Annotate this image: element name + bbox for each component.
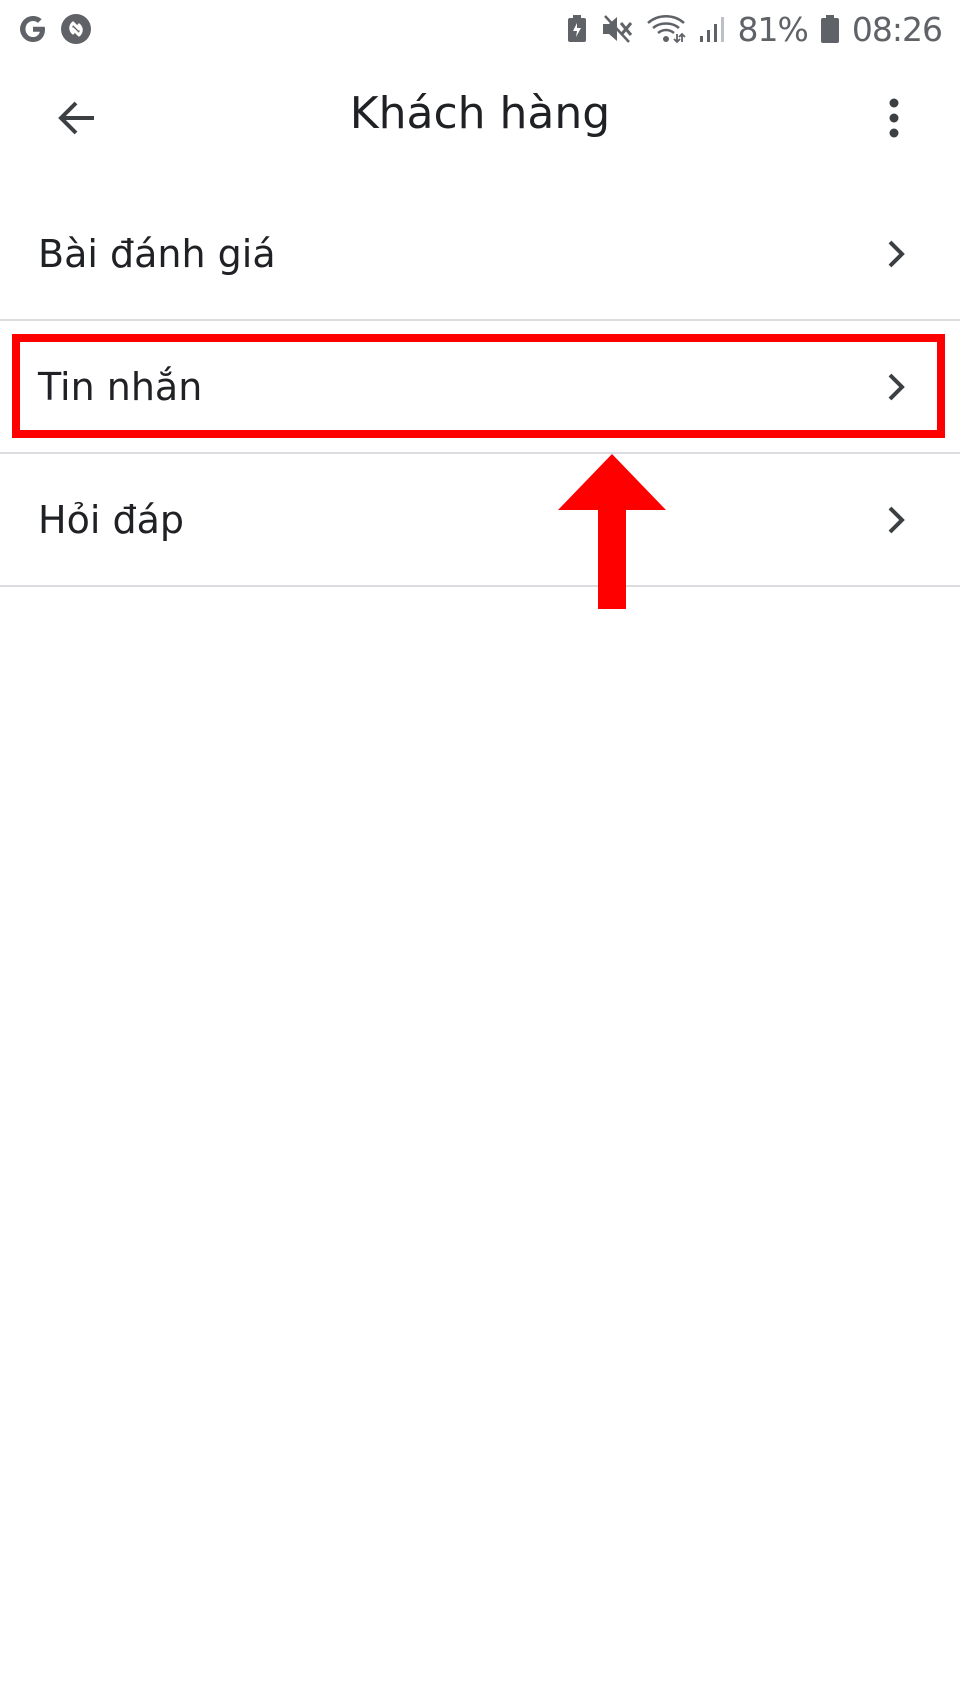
page-title: Khách hàng <box>349 88 611 139</box>
menu-item-qa[interactable]: Hỏi đáp <box>0 454 960 587</box>
menu-item-messages[interactable]: Tin nhắn <box>0 321 960 454</box>
chevron-right-icon <box>882 367 910 407</box>
google-g-icon <box>18 14 48 44</box>
battery-percent: 81% <box>737 9 809 49</box>
status-bar: 81% 08:26 <box>0 0 960 58</box>
status-right: 81% 08:26 <box>566 9 943 49</box>
wifi-icon <box>646 14 686 44</box>
chevron-right-icon <box>882 500 910 540</box>
clock: 08:26 <box>851 9 943 49</box>
menu-item-label: Bài đánh giá <box>38 231 276 276</box>
battery-saver-icon <box>566 14 588 44</box>
status-left <box>18 13 92 45</box>
shazam-icon <box>60 13 92 45</box>
menu-list: Bài đánh giá Tin nhắn Hỏi đáp <box>0 188 960 587</box>
menu-item-label: Tin nhắn <box>38 364 203 409</box>
chevron-right-icon <box>882 234 910 274</box>
more-options-button[interactable] <box>868 90 920 150</box>
menu-item-label: Hỏi đáp <box>38 497 184 542</box>
app-bar: Khách hàng <box>0 58 960 188</box>
signal-icon <box>698 14 726 44</box>
battery-icon <box>820 14 840 44</box>
more-vert-icon <box>888 98 900 143</box>
menu-item-reviews[interactable]: Bài đánh giá <box>0 188 960 321</box>
mute-icon <box>600 14 634 44</box>
